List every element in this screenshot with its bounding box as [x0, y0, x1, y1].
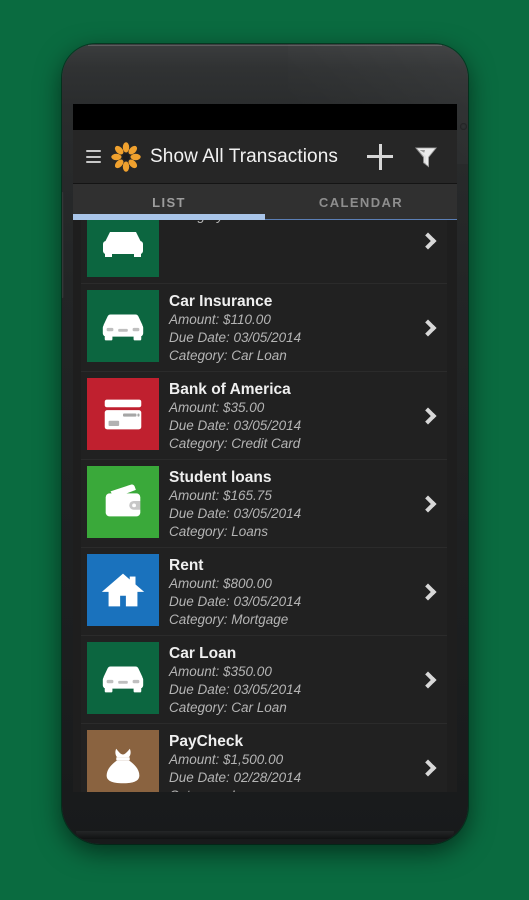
app-bar-title: Show All Transactions	[150, 145, 338, 167]
app-bar: Show All Transactions	[73, 130, 457, 184]
row-chevron[interactable]	[413, 583, 447, 600]
row-chevron[interactable]	[413, 319, 447, 336]
table-row[interactable]: Student loans Amount: $165.75 Due Date: …	[81, 460, 447, 548]
transaction-icon-tile	[87, 730, 159, 792]
row-chevron[interactable]	[413, 495, 447, 512]
row-title: Student loans	[169, 469, 272, 486]
row-chevron[interactable]	[413, 407, 447, 424]
hamburger-menu-icon[interactable]	[86, 150, 101, 163]
row-due-date: Due Date: 03/05/2014	[169, 418, 302, 433]
row-chevron[interactable]	[413, 232, 447, 250]
car-icon	[103, 232, 143, 257]
row-due-date: Due Date: 03/05/2014	[169, 682, 302, 697]
filter-funnel-icon	[414, 147, 438, 168]
table-row[interactable]: Car Insurance Amount: $110.00 Due Date: …	[81, 284, 447, 372]
table-row[interactable]: Category: Car Loan	[81, 220, 447, 284]
row-amount: Amount: $35.00	[169, 400, 265, 415]
app-logo-flower-icon	[111, 141, 141, 172]
table-row[interactable]: Rent Amount: $800.00 Due Date: 03/05/201…	[81, 548, 447, 636]
row-category: Category: Car Loan	[169, 348, 287, 363]
table-row[interactable]: PayCheck Amount: $1,500.00 Due Date: 02/…	[81, 724, 447, 792]
device-bottom-edge	[76, 831, 454, 839]
row-category: Category: Credit Card	[169, 436, 301, 451]
row-due-date: Due Date: 03/05/2014	[169, 330, 302, 345]
car-icon	[102, 666, 144, 693]
row-due-date: Due Date: 03/05/2014	[169, 506, 302, 521]
device-top-highlight	[88, 45, 442, 46]
transaction-icon-tile	[87, 220, 159, 277]
row-amount: Amount: $350.00	[169, 664, 272, 679]
row-chevron[interactable]	[413, 671, 447, 688]
table-row[interactable]: Bank of America Amount: $35.00 Due Date:…	[81, 372, 447, 460]
row-due-date: Due Date: 02/28/2014	[169, 770, 302, 785]
row-title: Car Insurance	[169, 293, 273, 310]
row-category: Category: Car Loan	[169, 700, 287, 715]
phone-screen: Show All Transactions LIST CALENDAR Car …	[73, 104, 457, 792]
transaction-icon-tile	[87, 554, 159, 626]
transaction-icon-tile	[87, 466, 159, 538]
transaction-icon-tile	[87, 378, 159, 450]
row-category: Category: Income	[169, 787, 413, 792]
row-amount: Amount: $1,500.00	[169, 752, 284, 767]
transaction-icon-tile	[87, 290, 159, 362]
row-title: Rent	[169, 557, 204, 574]
row-category: Category: Loans	[169, 524, 269, 539]
row-category: Category: Mortgage	[169, 612, 289, 627]
wallet-icon	[105, 484, 141, 517]
car-icon	[102, 314, 144, 341]
row-title: Bank of America	[169, 381, 291, 398]
phone-device: Show All Transactions LIST CALENDAR Car …	[62, 44, 468, 844]
row-title: Car Loan	[169, 645, 237, 662]
tab-bar: LIST CALENDAR	[73, 184, 457, 220]
row-amount: Amount: $165.75	[169, 488, 272, 503]
row-amount: Amount: $110.00	[169, 312, 271, 327]
transaction-icon-tile	[87, 642, 159, 714]
house-icon	[101, 573, 145, 607]
row-category: Category: Car Loan	[169, 220, 413, 225]
row-title: PayCheck	[169, 733, 244, 750]
add-transaction-button[interactable]	[357, 143, 403, 170]
money-bag-icon	[106, 748, 140, 784]
table-row[interactable]: Car Loan Amount: $350.00 Due Date: 03/05…	[81, 636, 447, 724]
credit-card-icon	[104, 399, 142, 430]
volume-rocker-button[interactable]	[62, 192, 64, 298]
plus-icon	[367, 143, 393, 170]
tab-calendar[interactable]: CALENDAR	[265, 184, 457, 220]
row-amount: Amount: $800.00	[169, 576, 272, 591]
row-due-date: Due Date: 03/05/2014	[169, 594, 302, 609]
status-bar	[73, 104, 457, 130]
transaction-list[interactable]: Category: Car Loan	[73, 220, 457, 792]
proximity-sensor-icon	[460, 123, 467, 130]
filter-button[interactable]	[403, 143, 449, 171]
row-chevron[interactable]	[413, 759, 447, 776]
